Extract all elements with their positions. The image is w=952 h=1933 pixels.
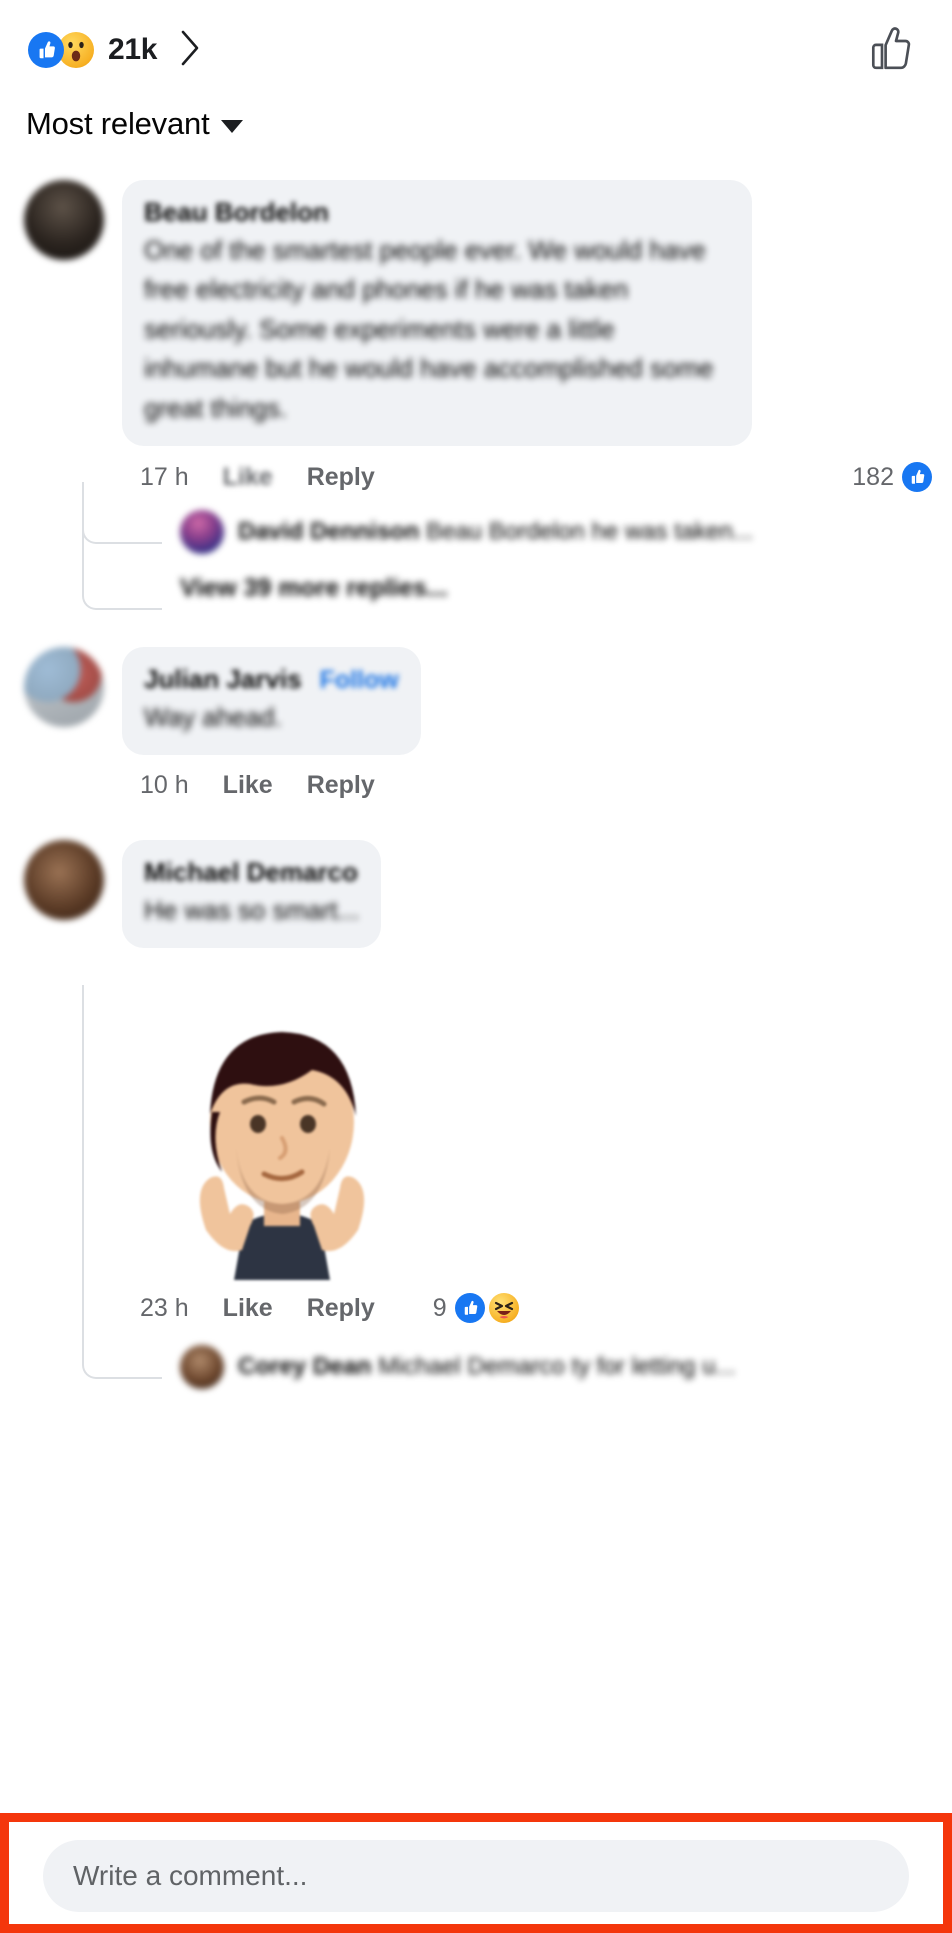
comment-reaction-chip[interactable]: 182	[852, 462, 932, 493]
write-comment-input[interactable]: Write a comment...	[43, 1840, 909, 1912]
avatar[interactable]	[24, 840, 104, 921]
comment-reply-button[interactable]: Reply	[307, 771, 375, 800]
comment-item: Beau Bordelon One of the smartest people…	[0, 180, 952, 611]
comment-text: He was so smart...	[144, 894, 360, 925]
comment-content: Julian Jarvis Follow Way ahead. 10 h Lik…	[122, 647, 932, 800]
like-post-button[interactable]	[860, 19, 918, 82]
comment-like-button[interactable]: Like	[223, 1294, 273, 1323]
comment-actions: 10 h Like Reply	[122, 771, 932, 800]
comment-bubble: Beau Bordelon One of the smartest people…	[122, 180, 752, 447]
thread-connector	[82, 985, 162, 1380]
reply-item: Corey Dean Michael Demarco ty for lettin…	[180, 1345, 932, 1390]
reaction-icon-group	[28, 32, 94, 68]
comments-list: Beau Bordelon One of the smartest people…	[0, 180, 952, 1390]
comment-author-row: Julian Jarvis Follow	[144, 663, 399, 696]
chevron-right-icon[interactable]	[177, 28, 203, 73]
like-reaction-icon	[28, 32, 64, 68]
comment-reaction-count: 9	[432, 1293, 447, 1322]
comment-reaction-chip[interactable]: 9	[432, 1293, 519, 1324]
reply-line: Corey Dean Michael Demarco ty for lettin…	[238, 1353, 736, 1381]
comment-author[interactable]: Beau Bordelon	[144, 196, 730, 229]
comment-actions: 17 h Like Reply 182	[122, 462, 932, 493]
comment-content: Michael Demarco He was so smart... 23 h …	[82, 840, 932, 1390]
comment-reply-button[interactable]: Reply	[307, 1294, 375, 1323]
comment-sort-selector[interactable]: Most relevant	[26, 106, 244, 142]
comment-author[interactable]: Julian Jarvis	[144, 663, 302, 696]
comment-like-button[interactable]: Like	[223, 771, 273, 800]
avatar[interactable]	[180, 510, 224, 555]
chevron-down-icon	[221, 120, 244, 133]
thread-connector	[82, 482, 162, 611]
comment-item: Julian Jarvis Follow Way ahead. 10 h Lik…	[0, 647, 952, 800]
reaction-summary-group[interactable]: 21k	[28, 28, 203, 73]
comment-like-button[interactable]: Like	[223, 463, 273, 492]
reply-thread: Corey Dean Michael Demarco ty for lettin…	[82, 985, 932, 1390]
avatar[interactable]	[24, 647, 104, 728]
reaction-summary-bar: 21k	[0, 0, 952, 100]
comment-author[interactable]: Michael Demarco	[144, 856, 359, 889]
like-reaction-icon	[902, 462, 932, 493]
shrug-avatar-sticker[interactable]	[122, 962, 932, 1287]
comment-composer-highlight: Write a comment...	[0, 1813, 952, 1933]
avatar[interactable]	[24, 180, 104, 260]
comment-content: Beau Bordelon One of the smartest people…	[82, 180, 932, 611]
comment-sort-label: Most relevant	[26, 106, 210, 141]
reply-thread: David Dennison Beau Bordelon he was take…	[82, 482, 932, 611]
write-comment-placeholder: Write a comment...	[73, 1860, 308, 1891]
reply-line: David Dennison Beau Bordelon he was take…	[238, 518, 753, 546]
like-reaction-icon	[454, 1293, 485, 1324]
follow-link[interactable]: Follow	[320, 666, 399, 695]
view-more-replies-button[interactable]: View 39 more replies...	[180, 574, 932, 603]
comment-timestamp[interactable]: 10 h	[140, 771, 189, 800]
comment-item: Michael Demarco He was so smart... 23 h …	[0, 840, 952, 1390]
reply-author[interactable]: Corey Dean	[238, 1353, 371, 1380]
comment-reply-button[interactable]: Reply	[307, 463, 375, 492]
comment-reaction-count: 182	[852, 462, 894, 491]
haha-reaction-icon	[488, 1293, 519, 1324]
reaction-count: 21k	[108, 33, 158, 66]
comment-actions: 23 h Like Reply 9	[122, 1293, 932, 1324]
comment-bubble: Michael Demarco He was so smart...	[122, 840, 382, 949]
comment-bubble: Julian Jarvis Follow Way ahead.	[122, 647, 421, 756]
reply-author[interactable]: David Dennison	[238, 518, 419, 545]
reply-text: Beau Bordelon he was taken...	[426, 518, 753, 546]
reply-text: Michael Demarco ty for letting u...	[378, 1353, 736, 1381]
comment-text: One of the smartest people ever. We woul…	[144, 234, 714, 423]
comment-text: Way ahead.	[144, 701, 282, 732]
reply-item: David Dennison Beau Bordelon he was take…	[180, 510, 932, 555]
avatar[interactable]	[180, 1345, 224, 1390]
